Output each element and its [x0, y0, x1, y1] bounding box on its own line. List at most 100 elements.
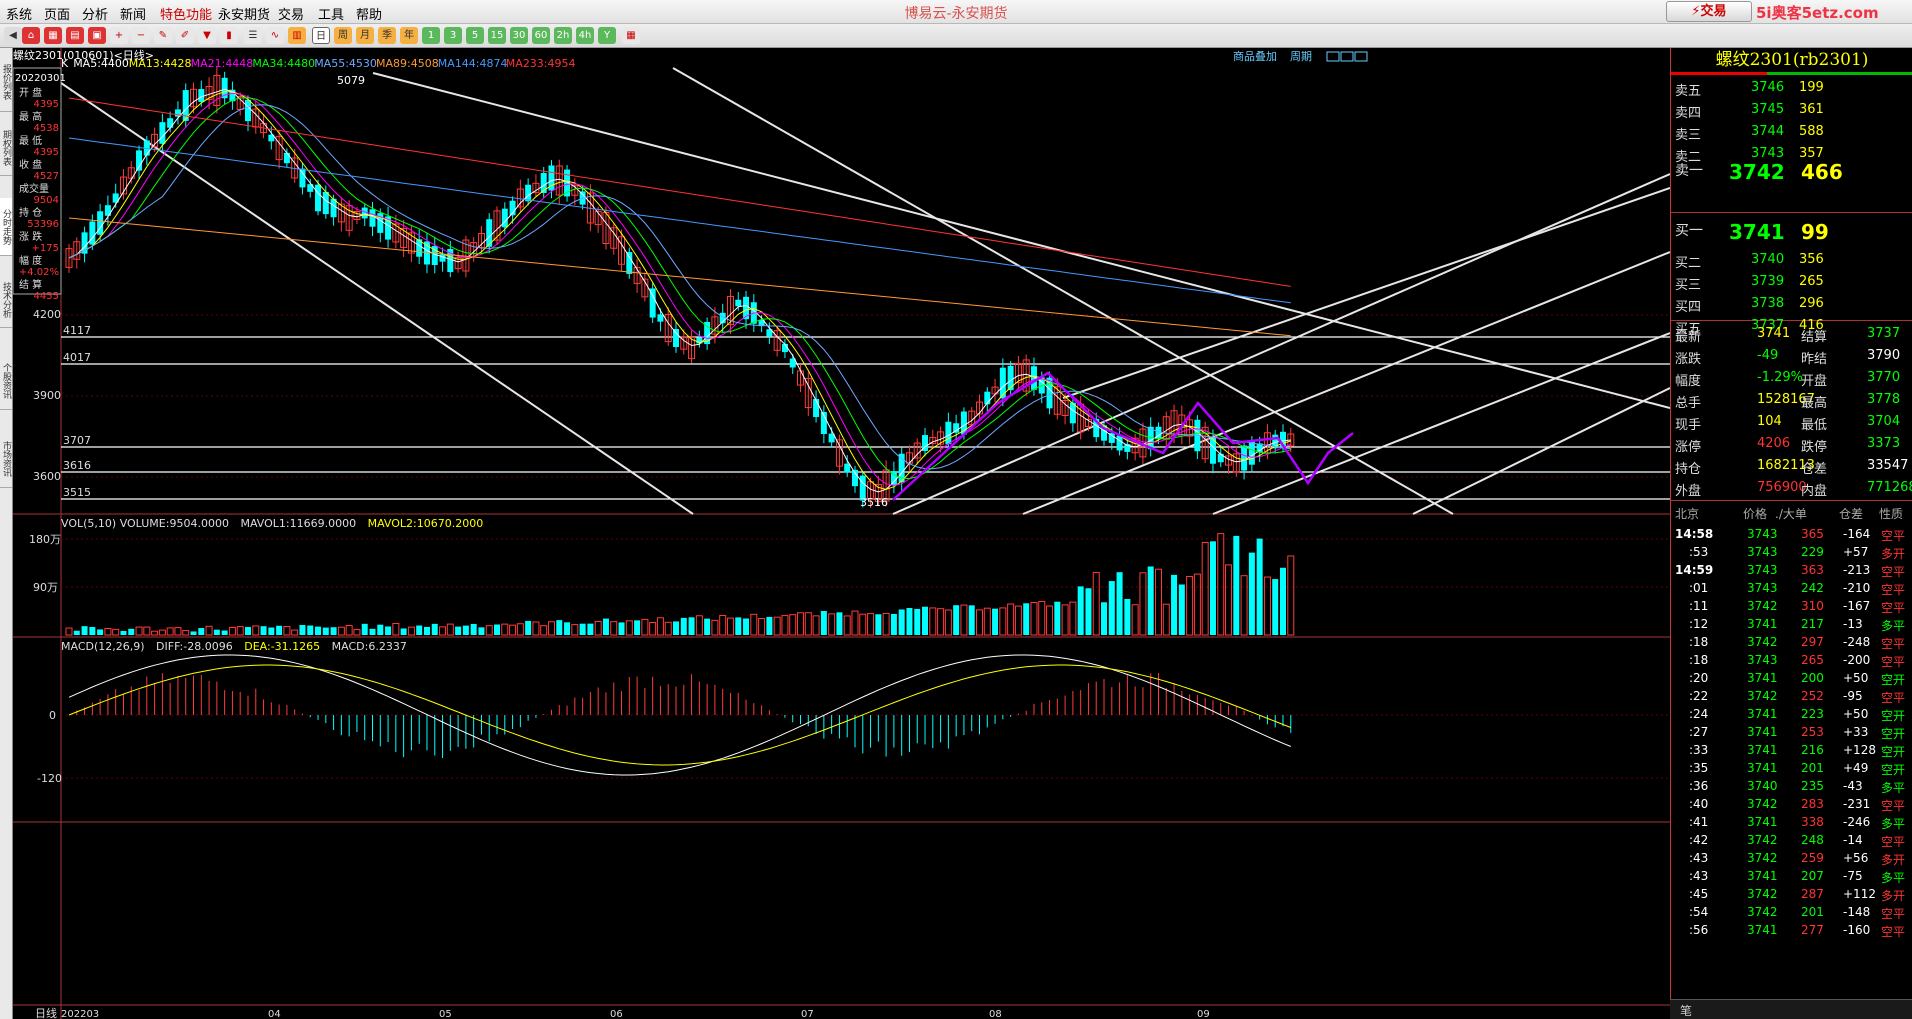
menu-help[interactable]: 帮助 — [356, 4, 382, 23]
menu-system[interactable]: 系统 — [6, 4, 32, 23]
period-3-button[interactable]: 3 — [444, 27, 462, 44]
tab-market-info[interactable]: 市场资讯 — [0, 430, 12, 488]
candle-body — [813, 398, 820, 418]
calendar-icon[interactable]: ▦ — [622, 27, 640, 44]
kline-svg[interactable]: K MA5:4400 MA13:4428 MA21:4448 MA34:4480 MA55… — [12, 48, 1671, 1019]
tab-quote-list[interactable]: 报价列表 — [0, 52, 12, 112]
menu-tools[interactable]: 工具 — [318, 4, 344, 23]
menu-trade[interactable]: 交易 — [278, 4, 304, 23]
indicator-icon[interactable]: ▥ — [288, 27, 306, 44]
tick-price: 3742 — [1747, 905, 1778, 919]
peak-label: 5079 — [337, 74, 365, 87]
month-period-icon[interactable]: 月 — [356, 27, 374, 44]
filter-icon[interactable]: ▼ — [198, 27, 216, 44]
news-icon[interactable]: ▤ — [66, 27, 84, 44]
volume-bar — [547, 621, 555, 636]
period-y-button[interactable]: Y — [598, 27, 616, 44]
volume-bar — [190, 631, 197, 635]
period-60-button[interactable]: 60 — [532, 27, 550, 44]
period-link[interactable]: 周期 — [1290, 50, 1312, 63]
ask-row[interactable]: 卖五 3746 199 — [1671, 76, 1912, 99]
tick-header-volume: ./大单 — [1775, 507, 1807, 521]
info-label: 开 盘 — [19, 86, 42, 99]
pen-icon[interactable]: ✐ — [176, 27, 194, 44]
tick-header-time: 北京 — [1675, 507, 1700, 521]
tick-time: :54 — [1689, 905, 1709, 919]
period-30-button[interactable]: 30 — [510, 27, 528, 44]
year-period-icon[interactable]: 年 — [400, 27, 418, 44]
tick-oi-change: -95 — [1843, 689, 1863, 703]
report-icon[interactable]: ▣ — [88, 27, 106, 44]
volume-bar — [867, 613, 875, 636]
tick-volume: 310 — [1801, 599, 1824, 613]
period-1-button[interactable]: 1 — [422, 27, 440, 44]
tab-option-list[interactable]: 期权列表 — [0, 120, 12, 176]
info-value: 9504 — [34, 195, 59, 206]
layout-icon[interactable] — [1326, 51, 1340, 62]
volume-bar — [299, 625, 306, 635]
bid-row[interactable]: 买四 3738 296 — [1671, 292, 1912, 315]
overlay-link[interactable]: 商品叠加 — [1233, 49, 1277, 63]
volume-bar — [377, 624, 384, 635]
expand-icon[interactable] — [1340, 51, 1354, 62]
volume-bar — [797, 612, 805, 636]
candle-body — [525, 184, 532, 202]
restore-icon[interactable] — [1354, 51, 1368, 62]
zoom-out-icon[interactable]: − — [132, 27, 150, 44]
ma-line — [68, 97, 1291, 480]
menu-news[interactable]: 新闻 — [120, 4, 146, 23]
ask-row[interactable]: 卖一 3742 466 — [1671, 156, 1912, 184]
list-icon[interactable]: ☰ — [244, 27, 262, 44]
ask-row[interactable]: 卖三 3744 588 — [1671, 120, 1912, 143]
line-chart-icon[interactable]: ∿ — [266, 27, 284, 44]
ask-row[interactable]: 卖四 3745 361 — [1671, 98, 1912, 121]
volume-bar — [174, 627, 182, 636]
menu-page[interactable]: 页面 — [44, 4, 70, 23]
back-icon[interactable]: ◀ — [4, 27, 22, 44]
volume-bar — [236, 626, 244, 636]
tick-oi-change: +33 — [1843, 725, 1869, 739]
bid-row[interactable]: 买二 3740 356 — [1671, 248, 1912, 271]
trade-button[interactable]: ⚡交易 — [1666, 1, 1752, 22]
period-label: 日线 — [35, 1006, 57, 1019]
volume-bar — [228, 626, 236, 636]
ma-legend-item: MA34:4480 — [252, 57, 315, 70]
week-period-icon[interactable]: 周 — [334, 27, 352, 44]
stat-label: 仓差 — [1801, 462, 1828, 477]
period-4h-button[interactable]: 4h — [576, 27, 594, 44]
volume-bar — [1046, 605, 1054, 636]
volume-bar — [97, 629, 104, 635]
candle-body — [167, 118, 174, 128]
volume-bar — [1171, 574, 1178, 635]
tab-intraday[interactable]: 分时走势 — [0, 198, 12, 256]
menu-yongan[interactable]: 永安期货 — [218, 4, 270, 23]
volume-bar — [330, 627, 337, 635]
period-5-button[interactable]: 5 — [466, 27, 484, 44]
tab-stock-info[interactable]: 个股资讯 — [0, 352, 12, 410]
menu-analysis[interactable]: 分析 — [82, 4, 108, 23]
home-icon[interactable]: ⌂ — [22, 27, 40, 44]
zoom-in-icon[interactable]: + — [110, 27, 128, 44]
candle-body — [369, 209, 376, 227]
tick-volume: 201 — [1801, 905, 1824, 919]
bid-row[interactable]: 买三 3739 265 — [1671, 270, 1912, 293]
volume-bar — [252, 625, 260, 636]
season-period-icon[interactable]: 季 — [378, 27, 396, 44]
period-2h-button[interactable]: 2h — [554, 27, 572, 44]
tab-technical[interactable]: 技术分析 — [0, 272, 12, 328]
stat-value: 3704 — [1867, 414, 1901, 429]
volume-bar — [1014, 605, 1022, 636]
lock-icon[interactable]: ▮ — [220, 27, 238, 44]
day-period-icon[interactable]: 日 — [312, 27, 330, 44]
period-15-button[interactable]: 15 — [488, 27, 506, 44]
bid-row[interactable]: 买一 3741 99 — [1671, 216, 1912, 244]
tick-type: 空平 — [1881, 925, 1906, 939]
volume-bar — [587, 623, 594, 635]
tab-tick[interactable]: 笔 — [1680, 1002, 1692, 1019]
ma-legend-item: MA233:4954 — [506, 57, 576, 70]
volume-bar — [1108, 581, 1115, 635]
quote-icon[interactable]: ▦ — [44, 27, 62, 44]
draw-icon[interactable]: ✎ — [154, 27, 172, 44]
menu-features[interactable]: 特色功能 — [160, 4, 212, 23]
stat-value: 4206 — [1757, 436, 1791, 451]
